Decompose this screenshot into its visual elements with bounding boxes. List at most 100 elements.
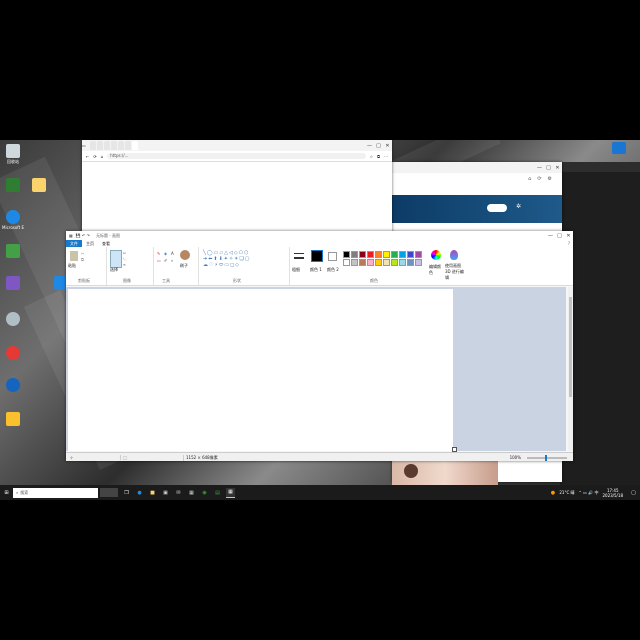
- close-button[interactable]: ✕: [564, 233, 573, 239]
- taskbar-search[interactable]: ⌕ 搜索: [13, 487, 98, 498]
- fill-icon[interactable]: ◈: [164, 251, 167, 256]
- shapes-gallery[interactable]: ╲◯▭▱△◁◇⬠⬡ ➔⬅⬆⬇✦✧✶❏▢ ☁♡⚡⬭▭◻◇: [203, 250, 251, 268]
- desktop-icon-app[interactable]: [2, 276, 24, 290]
- color2-button[interactable]: 颜色 2: [326, 247, 340, 285]
- back-icon[interactable]: ←: [86, 154, 89, 159]
- address-bar[interactable]: https://...: [107, 153, 366, 159]
- tab-menu-icon[interactable]: ▭: [82, 143, 90, 148]
- browser-tab[interactable]: [118, 141, 124, 150]
- gear-icon[interactable]: ✲: [516, 203, 521, 210]
- browser-tab[interactable]: [90, 141, 96, 150]
- drawing-canvas[interactable]: [68, 289, 453, 451]
- vertical-scrollbar[interactable]: [568, 287, 573, 451]
- chrome-icon[interactable]: ◉: [200, 488, 209, 497]
- desktop-icon-recycle-bin[interactable]: 回收站: [2, 144, 24, 165]
- tray-app-icon[interactable]: [612, 142, 626, 154]
- palette-swatch[interactable]: [358, 250, 366, 258]
- palette-swatch[interactable]: [414, 258, 422, 266]
- minimize-button[interactable]: —: [546, 233, 555, 239]
- store-icon[interactable]: ▣: [161, 488, 170, 497]
- mail-icon[interactable]: ✉: [174, 488, 183, 497]
- desktop-icon-app[interactable]: [2, 178, 24, 192]
- zoom-slider-thumb[interactable]: [545, 454, 547, 461]
- edge-icon[interactable]: ●: [135, 488, 144, 497]
- palette-swatch[interactable]: [382, 250, 390, 258]
- weather-icon[interactable]: ●: [548, 488, 557, 497]
- search-button[interactable]: [487, 204, 507, 212]
- refresh-icon[interactable]: ⟳: [93, 154, 96, 159]
- color-picker-icon[interactable]: ✐: [164, 258, 167, 263]
- browser-tab[interactable]: [111, 141, 117, 150]
- resize-icon[interactable]: ⤡: [123, 257, 125, 261]
- terminal-icon[interactable]: ▤: [213, 488, 222, 497]
- search-highlight[interactable]: [100, 488, 118, 497]
- close-button[interactable]: ✕: [553, 165, 562, 171]
- pencil-icon[interactable]: ✎: [157, 251, 160, 256]
- desktop-icon-app[interactable]: [2, 312, 24, 326]
- help-icon[interactable]: ?: [568, 241, 570, 246]
- home-icon[interactable]: ⌂: [101, 154, 104, 159]
- palette-swatch[interactable]: [366, 250, 374, 258]
- palette-swatch[interactable]: [358, 258, 366, 266]
- edit-colors-button[interactable]: 编辑颜色: [428, 247, 444, 285]
- palette-swatch[interactable]: [350, 250, 358, 258]
- browser-tab-active[interactable]: [132, 141, 138, 150]
- more-icon[interactable]: ⋯: [384, 154, 388, 159]
- tab-home[interactable]: 主页: [82, 241, 98, 247]
- settings-icon[interactable]: ⚙: [548, 176, 552, 182]
- desktop-icon-app[interactable]: [2, 346, 24, 360]
- select-button[interactable]: [110, 250, 122, 268]
- text-icon[interactable]: A: [171, 251, 174, 256]
- palette-swatch[interactable]: [406, 258, 414, 266]
- palette-swatch[interactable]: [366, 258, 374, 266]
- cut-icon[interactable]: ✂: [81, 251, 84, 256]
- magnifier-icon[interactable]: ⌕: [171, 258, 173, 263]
- browser-tab[interactable]: [97, 141, 103, 150]
- minimize-button[interactable]: —: [535, 165, 544, 171]
- notification-icon[interactable]: ▢: [629, 488, 638, 497]
- size-button[interactable]: 粗细: [290, 247, 308, 285]
- collections-icon[interactable]: ⧉: [377, 154, 380, 159]
- maximize-button[interactable]: □: [374, 143, 383, 149]
- palette-swatch[interactable]: [342, 250, 350, 258]
- paste-button[interactable]: 粘贴: [68, 263, 76, 269]
- color1-button[interactable]: 颜色 1: [308, 247, 326, 285]
- browser-tab[interactable]: [104, 141, 110, 150]
- desktop-icon-folder[interactable]: [28, 178, 50, 192]
- browser-tab[interactable]: [125, 141, 131, 150]
- palette-swatch[interactable]: [414, 250, 422, 258]
- file-explorer-icon[interactable]: ■: [148, 488, 157, 497]
- task-view-icon[interactable]: ❐: [122, 488, 131, 497]
- desktop-icon-app[interactable]: [2, 412, 24, 426]
- quick-access-toolbar[interactable]: 💾 ↶ ↷: [76, 233, 90, 238]
- palette-swatch[interactable]: [390, 250, 398, 258]
- scrollbar-thumb[interactable]: [569, 297, 572, 397]
- page-link[interactable]: [392, 185, 562, 195]
- palette-swatch[interactable]: [398, 250, 406, 258]
- brushes-button[interactable]: 刷子: [180, 263, 188, 269]
- maximize-button[interactable]: □: [555, 233, 564, 239]
- palette-swatch[interactable]: [342, 258, 350, 266]
- tab-view[interactable]: 查看: [98, 241, 114, 247]
- file-menu[interactable]: 文件: [66, 240, 82, 247]
- clock[interactable]: 17:45 2023/5/18: [602, 488, 623, 498]
- eraser-icon[interactable]: ▭: [157, 258, 161, 263]
- weather-text[interactable]: 21°C 晴: [559, 490, 574, 496]
- close-button[interactable]: ✕: [383, 143, 392, 149]
- paint-taskbar-icon[interactable]: ▦: [226, 487, 235, 498]
- crop-icon[interactable]: ⊡: [123, 251, 126, 255]
- copy-icon[interactable]: ⧉: [81, 257, 84, 262]
- paint3d-button[interactable]: 使用画图 3D 进行编辑: [444, 247, 466, 285]
- palette-swatch[interactable]: [374, 258, 382, 266]
- palette-swatch[interactable]: [350, 258, 358, 266]
- star-icon[interactable]: ☆: [370, 154, 374, 159]
- palette-swatch[interactable]: [382, 258, 390, 266]
- app-icon[interactable]: ▦: [187, 488, 196, 497]
- minimize-button[interactable]: —: [365, 143, 374, 149]
- zoom-slider[interactable]: [527, 454, 567, 461]
- desktop-icon-edge[interactable]: Microsoft Edge: [2, 210, 24, 230]
- start-button[interactable]: ⊞: [2, 488, 11, 497]
- palette-swatch[interactable]: [406, 250, 414, 258]
- desktop-icon-app[interactable]: [2, 378, 24, 392]
- home-icon[interactable]: ⌂: [528, 176, 531, 182]
